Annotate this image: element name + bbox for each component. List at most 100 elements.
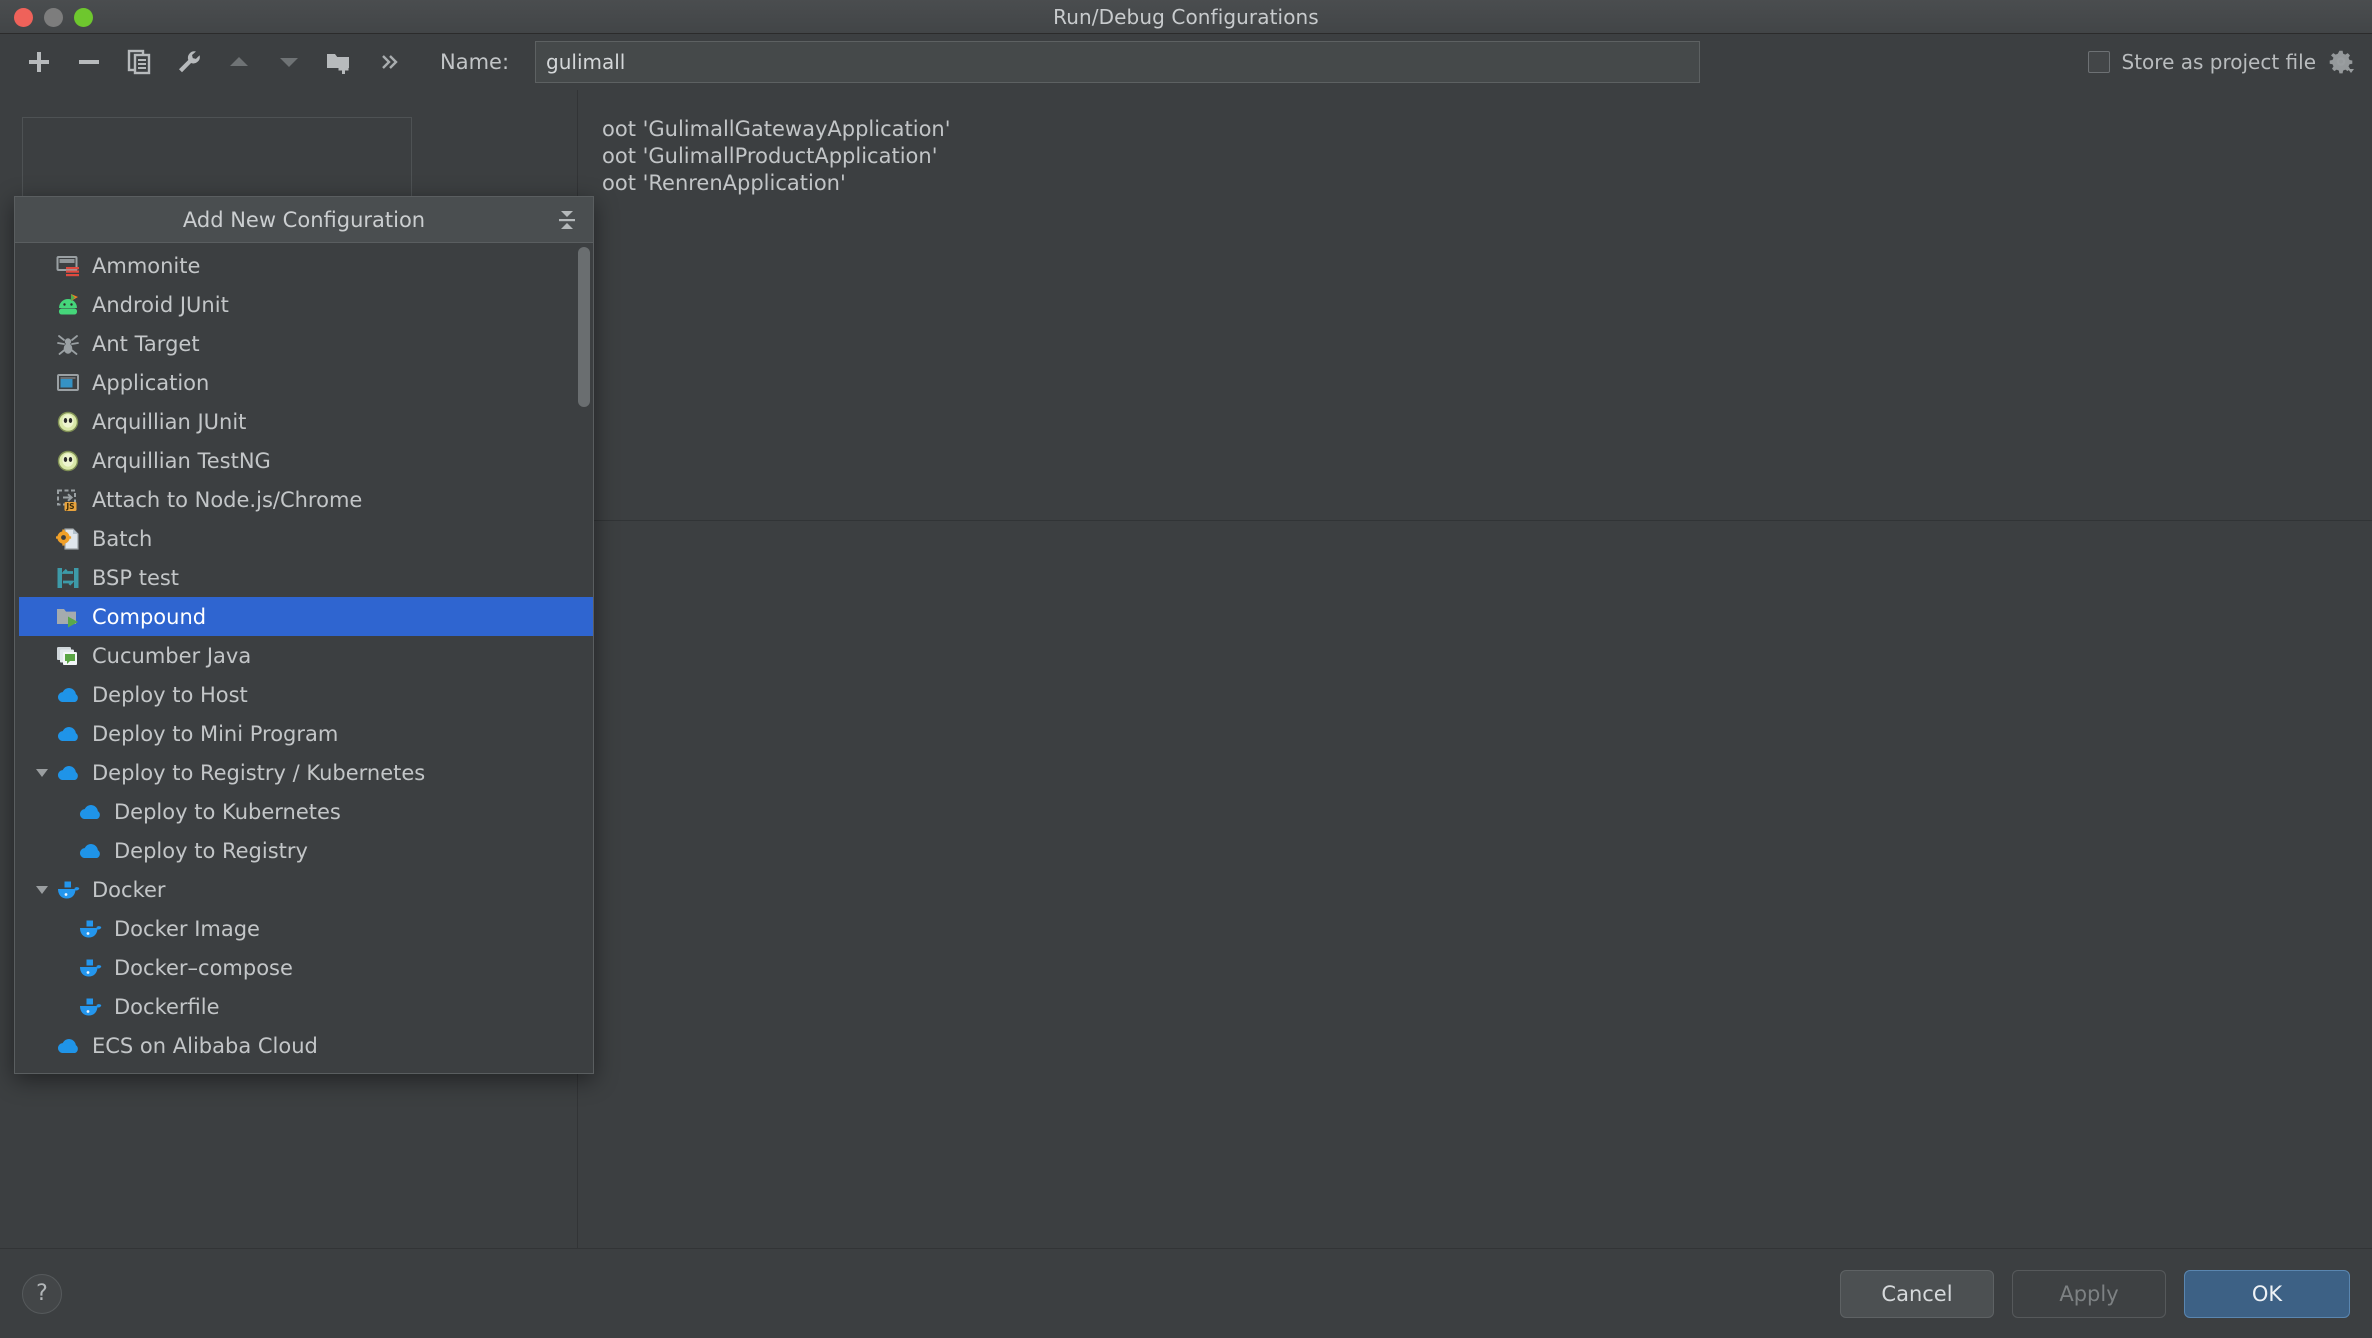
ant-icon bbox=[55, 331, 81, 357]
docker-icon bbox=[77, 955, 103, 981]
configuration-type-label: ECS on Alibaba Cloud bbox=[92, 1033, 318, 1058]
configuration-type-item[interactable]: Docker bbox=[15, 870, 593, 909]
configuration-type-list[interactable]: Ammonite Android JUnit Ant Target Applicati… bbox=[15, 243, 593, 1073]
gear-icon bbox=[2329, 50, 2354, 74]
configuration-type-label: Cucumber Java bbox=[92, 643, 252, 668]
configurations-toolbar: Name: Store as project file bbox=[0, 34, 2372, 90]
configuration-type-label: Deploy to Host bbox=[92, 682, 248, 707]
configuration-type-item[interactable]: Arquillian JUnit bbox=[15, 402, 593, 441]
docker-icon bbox=[77, 994, 103, 1020]
attach-js-icon: JS bbox=[55, 487, 81, 513]
plus-icon bbox=[29, 52, 49, 72]
move-up-button[interactable] bbox=[214, 40, 264, 84]
configuration-type-item[interactable]: JS Attach to Node.js/Chrome bbox=[15, 480, 593, 519]
zoom-window-button[interactable] bbox=[74, 8, 93, 27]
cancel-button[interactable]: Cancel bbox=[1840, 1269, 1994, 1318]
popup-scrollbar-thumb[interactable] bbox=[578, 247, 590, 407]
cucumber-icon bbox=[55, 643, 81, 669]
configuration-type-item[interactable]: Dockerfile bbox=[15, 987, 593, 1026]
popup-header: Add New Configuration bbox=[15, 197, 593, 243]
configuration-details-pane: oot 'GulimallGatewayApplication' oot 'Gu… bbox=[578, 90, 2372, 1248]
list-item[interactable]: oot 'GulimallProductApplication' bbox=[578, 143, 2372, 169]
list-item[interactable]: oot 'RenrenApplication' bbox=[578, 170, 2372, 196]
cloud-upload-icon bbox=[77, 799, 103, 825]
configuration-type-item[interactable]: Deploy to Registry bbox=[15, 831, 593, 870]
copy-configuration-button[interactable] bbox=[114, 40, 164, 84]
arquillian-icon bbox=[55, 448, 81, 474]
configuration-type-item[interactable]: Cucumber Java bbox=[15, 636, 593, 675]
configuration-type-label: Ammonite bbox=[92, 253, 201, 278]
configuration-type-label: BSP test bbox=[92, 565, 180, 590]
add-configuration-button[interactable] bbox=[14, 40, 64, 84]
toolbar-icon-group bbox=[14, 40, 414, 84]
wrench-icon bbox=[179, 51, 200, 73]
cloud-upload-icon bbox=[55, 721, 81, 747]
configuration-type-item[interactable]: Application bbox=[15, 363, 593, 402]
configuration-type-item[interactable]: Ammonite bbox=[15, 246, 593, 285]
configuration-type-label: Deploy to Mini Program bbox=[92, 721, 339, 746]
configuration-type-label: Android JUnit bbox=[92, 292, 229, 317]
configuration-type-label: Deploy to Registry bbox=[114, 838, 308, 863]
popup-scrollbar[interactable] bbox=[578, 247, 590, 1069]
configuration-type-item[interactable]: Deploy to Mini Program bbox=[15, 714, 593, 753]
move-down-button[interactable] bbox=[264, 40, 314, 84]
arquillian-icon bbox=[55, 409, 81, 435]
application-icon bbox=[55, 370, 81, 396]
minimize-window-button[interactable] bbox=[44, 8, 63, 27]
configuration-type-item[interactable]: Docker–compose bbox=[15, 948, 593, 987]
edit-templates-button[interactable] bbox=[164, 40, 214, 84]
close-window-button[interactable] bbox=[14, 8, 33, 27]
configuration-type-item[interactable]: Deploy to Host bbox=[15, 675, 593, 714]
store-as-project-file-label: Store as project file bbox=[2121, 50, 2316, 74]
configuration-type-label: Deploy to Registry / Kubernetes bbox=[92, 760, 426, 785]
folder-add-icon bbox=[327, 54, 349, 74]
configuration-type-label: Application bbox=[92, 370, 210, 395]
configuration-type-item[interactable]: Batch bbox=[15, 519, 593, 558]
dialog-footer: ? Cancel Apply OK bbox=[0, 1248, 2372, 1338]
cloud-upload-icon bbox=[77, 838, 103, 864]
window-title-bar: Run/Debug Configurations bbox=[0, 0, 2372, 34]
triangle-down-icon[interactable] bbox=[29, 881, 55, 899]
bsp-test-icon bbox=[55, 565, 81, 591]
list-item[interactable]: oot 'GulimallGatewayApplication' bbox=[578, 116, 2372, 142]
minus-icon bbox=[79, 60, 99, 64]
move-into-folder-button[interactable] bbox=[314, 40, 364, 84]
configuration-type-label: Dockerfile bbox=[114, 994, 220, 1019]
triangle-down-icon[interactable] bbox=[29, 764, 55, 782]
configuration-name-input[interactable] bbox=[535, 41, 1701, 83]
cloud-upload-icon bbox=[55, 1033, 81, 1059]
configuration-type-label: Compound bbox=[92, 604, 207, 629]
docker-icon bbox=[77, 916, 103, 942]
configuration-type-item[interactable]: Compound bbox=[15, 597, 593, 636]
configuration-type-label: Docker bbox=[92, 877, 166, 902]
configuration-type-item[interactable]: BSP test bbox=[15, 558, 593, 597]
help-button[interactable]: ? bbox=[22, 1273, 62, 1314]
configuration-type-label: Docker Image bbox=[114, 916, 260, 941]
configuration-details-top: oot 'GulimallGatewayApplication' oot 'Gu… bbox=[578, 90, 2372, 521]
ok-button[interactable]: OK bbox=[2184, 1269, 2350, 1318]
configuration-type-item[interactable]: Deploy to Registry / Kubernetes bbox=[15, 753, 593, 792]
more-actions-button[interactable] bbox=[364, 40, 414, 84]
store-settings-button[interactable] bbox=[2328, 49, 2354, 75]
configuration-type-list-body: Ammonite Android JUnit Ant Target Applicati… bbox=[15, 246, 593, 1065]
store-as-project-file-group: Store as project file bbox=[2087, 49, 2354, 75]
configuration-type-item[interactable]: ECS on Alibaba Cloud bbox=[15, 1026, 593, 1065]
configuration-type-label: Arquillian JUnit bbox=[92, 409, 247, 434]
configuration-type-item[interactable]: Docker Image bbox=[15, 909, 593, 948]
popup-left-gutter bbox=[15, 243, 19, 1073]
dialog-body: oot 'GulimallGatewayApplication' oot 'Gu… bbox=[0, 90, 2372, 1248]
docker-icon bbox=[55, 877, 81, 903]
store-as-project-file-checkbox[interactable] bbox=[2087, 51, 2110, 73]
configuration-type-item[interactable]: Deploy to Kubernetes bbox=[15, 792, 593, 831]
collapse-all-icon bbox=[559, 210, 575, 229]
apply-button[interactable]: Apply bbox=[2012, 1269, 2166, 1318]
configuration-type-item[interactable]: Ant Target bbox=[15, 324, 593, 363]
window-title: Run/Debug Configurations bbox=[1053, 4, 1319, 29]
collapse-all-button[interactable] bbox=[555, 208, 579, 232]
cloud-upload-icon bbox=[55, 682, 81, 708]
configuration-type-item[interactable]: Arquillian TestNG bbox=[15, 441, 593, 480]
popup-title: Add New Configuration bbox=[182, 207, 426, 232]
configuration-type-item[interactable]: Android JUnit bbox=[15, 285, 593, 324]
remove-configuration-button[interactable] bbox=[64, 40, 114, 84]
add-new-configuration-popup: Add New Configuration Ammonite Android JU… bbox=[14, 196, 594, 1074]
